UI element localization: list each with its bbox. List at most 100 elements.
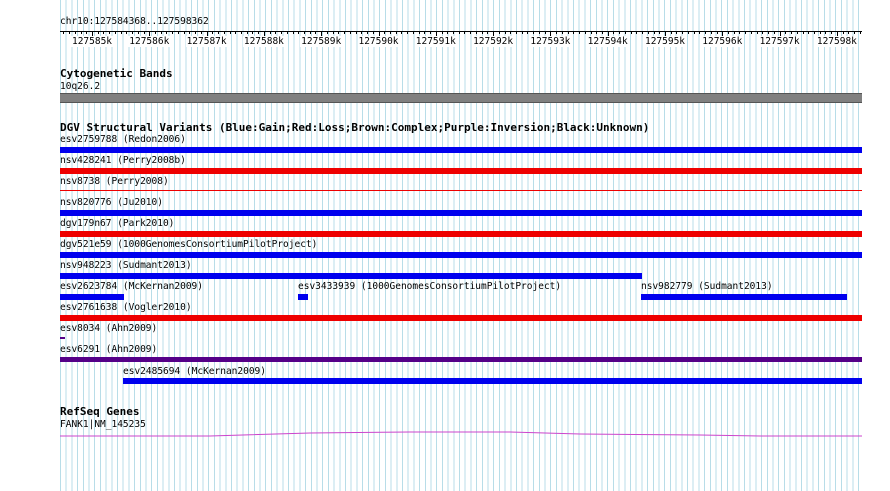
ruler-minor-tick bbox=[309, 31, 311, 34]
ruler-label: 127587k bbox=[185, 36, 228, 47]
ruler-minor-tick bbox=[223, 31, 225, 34]
ruler-minor-tick bbox=[481, 31, 483, 34]
variant-inversion-bar[interactable] bbox=[60, 357, 862, 362]
ruler-minor-tick bbox=[183, 31, 185, 34]
ruler-minor-tick bbox=[349, 31, 351, 34]
variant-gain-bar[interactable] bbox=[60, 273, 642, 279]
variant-gain-bar[interactable] bbox=[641, 294, 847, 300]
ruler-minor-tick bbox=[407, 31, 409, 34]
variant-gain-bar[interactable] bbox=[298, 294, 308, 300]
ruler-minor-tick bbox=[361, 31, 363, 34]
ruler-minor-tick bbox=[573, 31, 575, 34]
ruler-minor-tick bbox=[74, 31, 76, 34]
ruler-minor-tick bbox=[326, 31, 328, 34]
ruler-minor-tick bbox=[114, 31, 116, 34]
ruler-minor-tick bbox=[172, 31, 174, 34]
variant-loss-bar[interactable] bbox=[60, 315, 862, 321]
ruler-minor-tick bbox=[252, 31, 254, 34]
ruler-label: 127593k bbox=[529, 36, 572, 47]
variant-inversion-bar[interactable] bbox=[60, 337, 65, 339]
ruler-minor-tick bbox=[504, 31, 506, 34]
position-label: chr10:127584368..127598362 bbox=[60, 16, 209, 27]
ruler-label: 127595k bbox=[643, 36, 687, 47]
ruler-minor-tick bbox=[424, 31, 426, 34]
variant-loss-bar[interactable] bbox=[60, 168, 862, 174]
ruler-label: 127591k bbox=[414, 36, 457, 47]
ruler-minor-tick bbox=[332, 31, 334, 34]
ruler-label: 127598k bbox=[815, 36, 858, 47]
ruler-minor-tick bbox=[733, 31, 735, 34]
coordinate-ruler[interactable]: 127585k 127586k 127587k 127588k 127589k 12759… bbox=[60, 28, 862, 47]
ruler-minor-tick bbox=[235, 31, 237, 34]
ruler-minor-tick bbox=[218, 31, 220, 34]
refseq-track-title: RefSeq Genes bbox=[60, 405, 140, 418]
ruler-minor-tick bbox=[292, 31, 294, 34]
ruler-minor-tick bbox=[470, 31, 472, 34]
ruler-minor-tick bbox=[412, 31, 414, 34]
ruler-minor-tick bbox=[240, 31, 242, 34]
ruler-minor-tick bbox=[762, 31, 764, 34]
ruler-minor-tick bbox=[791, 31, 793, 34]
variant-label: dgv521e59 (1000GenomesConsortiumPilotPro… bbox=[60, 239, 318, 250]
ruler-minor-tick bbox=[682, 31, 684, 34]
ruler-label: 127597k bbox=[758, 36, 801, 47]
ruler-minor-tick bbox=[97, 31, 99, 34]
ruler-minor-tick bbox=[464, 31, 466, 34]
ruler-label: 127592k bbox=[472, 36, 515, 47]
ruler-minor-tick bbox=[596, 31, 598, 34]
ruler-minor-tick bbox=[590, 31, 592, 34]
ruler-minor-tick bbox=[447, 31, 449, 34]
variant-gain-bar[interactable] bbox=[60, 147, 862, 153]
ruler-minor-tick bbox=[126, 31, 128, 34]
ruler-minor-tick bbox=[372, 31, 374, 34]
ruler-minor-tick bbox=[579, 31, 581, 34]
ruler-minor-tick bbox=[750, 31, 752, 34]
ruler-minor-tick bbox=[103, 31, 105, 34]
variant-loss-bar[interactable] bbox=[60, 190, 862, 191]
ruler-minor-tick bbox=[389, 31, 391, 34]
variant-loss-bar[interactable] bbox=[60, 231, 862, 237]
ruler-minor-tick bbox=[258, 31, 260, 34]
ruler-minor-tick bbox=[808, 31, 810, 34]
ruler-minor-tick bbox=[716, 31, 718, 34]
cyto-band-bar[interactable] bbox=[60, 93, 862, 103]
ruler-minor-tick bbox=[567, 31, 569, 34]
ruler-minor-tick bbox=[177, 31, 179, 34]
gene-feature[interactable] bbox=[60, 428, 862, 440]
ruler-minor-tick bbox=[510, 31, 512, 34]
ruler-minor-tick bbox=[137, 31, 139, 34]
ruler-minor-tick bbox=[785, 31, 787, 34]
ruler-minor-tick bbox=[802, 31, 804, 34]
ruler-minor-tick bbox=[854, 31, 856, 34]
ruler-minor-tick bbox=[63, 31, 65, 34]
ruler-minor-tick bbox=[143, 31, 145, 34]
ruler-minor-tick bbox=[556, 31, 558, 34]
ruler-minor-tick bbox=[521, 31, 523, 34]
dgv-track-title: DGV Structural Variants (Blue:Gain;Red:L… bbox=[60, 121, 650, 134]
ruler-minor-tick bbox=[636, 31, 638, 34]
ruler-minor-tick bbox=[132, 31, 134, 34]
ruler-minor-tick bbox=[315, 31, 317, 34]
ruler-minor-tick bbox=[338, 31, 340, 34]
ruler-minor-tick bbox=[86, 31, 88, 34]
ruler-minor-tick bbox=[355, 31, 357, 34]
ruler-minor-tick bbox=[819, 31, 821, 34]
ruler-minor-tick bbox=[80, 31, 82, 34]
ruler-minor-tick bbox=[69, 31, 71, 34]
ruler-line bbox=[60, 31, 862, 32]
ruler-minor-tick bbox=[756, 31, 758, 34]
ruler-minor-tick bbox=[859, 31, 861, 34]
ruler-minor-tick bbox=[653, 31, 655, 34]
variant-gain-bar[interactable] bbox=[60, 252, 862, 258]
variant-gain-bar[interactable] bbox=[123, 378, 862, 384]
ruler-minor-tick bbox=[659, 31, 661, 34]
ruler-minor-tick bbox=[739, 31, 741, 34]
variant-gain-bar[interactable] bbox=[60, 294, 124, 300]
variant-label: esv2761638 (Vogler2010) bbox=[60, 302, 192, 313]
ruler-minor-tick bbox=[624, 31, 626, 34]
ruler-minor-tick bbox=[344, 31, 346, 34]
ruler-minor-tick bbox=[430, 31, 432, 34]
ruler-minor-tick bbox=[109, 31, 111, 34]
variant-gain-bar[interactable] bbox=[60, 210, 862, 216]
ruler-minor-tick bbox=[458, 31, 460, 34]
